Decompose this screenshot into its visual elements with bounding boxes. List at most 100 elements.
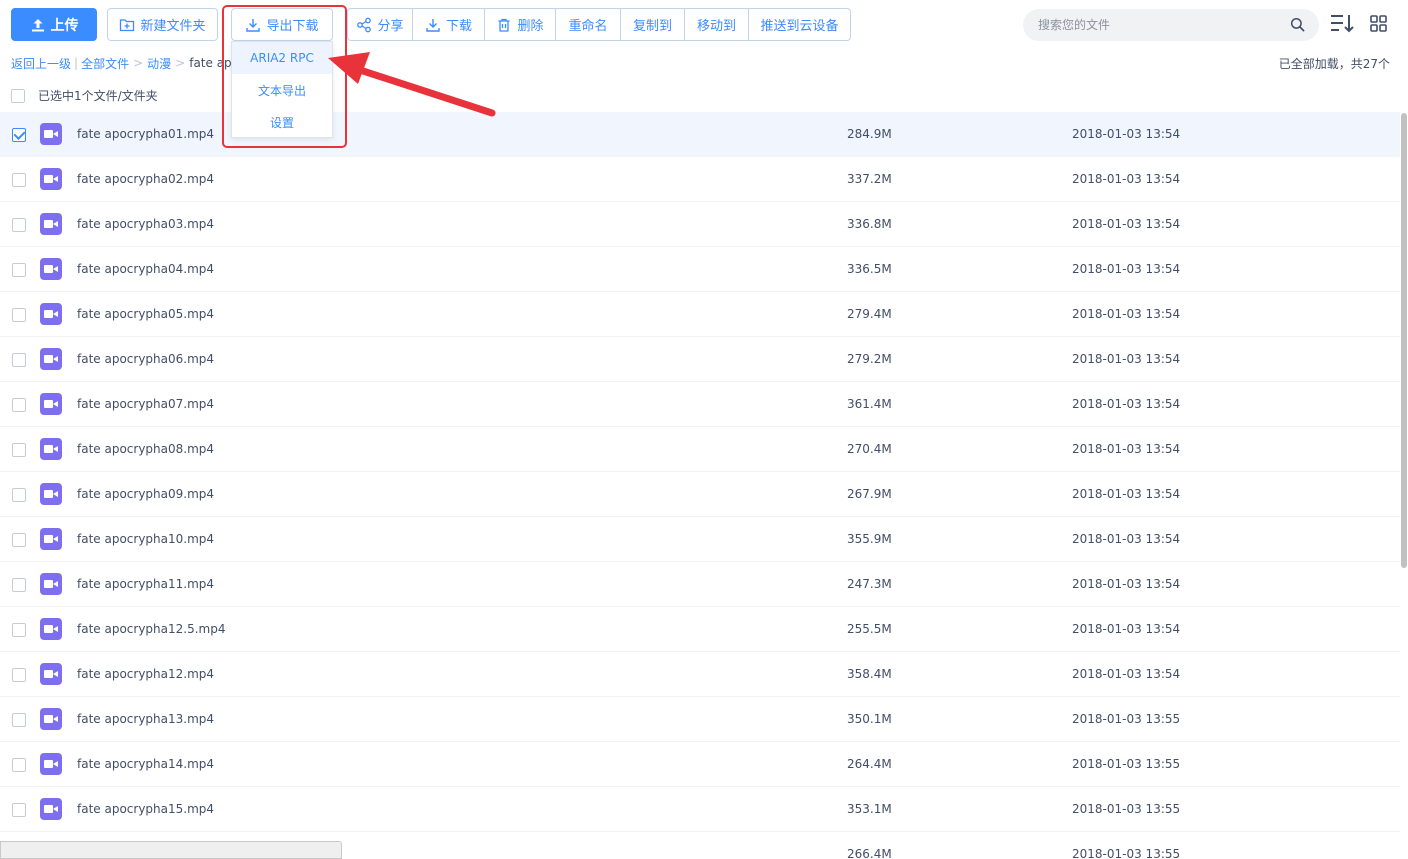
rename-button[interactable]: 重命名 [555, 8, 621, 41]
new-folder-button[interactable]: 新建文件夹 [107, 8, 218, 41]
file-checkbox[interactable] [12, 443, 26, 457]
file-row[interactable]: fate apocrypha01.mp4 284.9M 2018-01-03 13:… [0, 112, 1400, 157]
grid-view-icon[interactable] [1370, 15, 1387, 35]
video-file-icon [40, 663, 62, 685]
delete-label: 删除 [517, 19, 544, 34]
file-checkbox[interactable] [12, 353, 26, 367]
file-row[interactable]: fate apocrypha07.mp4 361.4M 2018-01-03 13:… [0, 382, 1400, 427]
copy-to-label: 复制到 [632, 19, 672, 34]
file-row[interactable]: fate apocrypha05.mp4 279.4M 2018-01-03 13:… [0, 292, 1400, 337]
file-checkbox[interactable] [12, 623, 26, 637]
file-modified-time: 2018-01-03 13:54 [1072, 307, 1181, 321]
file-checkbox[interactable] [12, 668, 26, 682]
search-icon[interactable] [1290, 17, 1305, 35]
file-checkbox[interactable] [12, 173, 26, 187]
file-checkbox[interactable] [12, 578, 26, 592]
move-to-button[interactable]: 移动到 [684, 8, 749, 41]
file-row[interactable]: fate apocrypha09.mp4 267.9M 2018-01-03 13:… [0, 472, 1400, 517]
video-file-icon [40, 573, 62, 595]
annotation-arrow [328, 52, 496, 117]
scrollbar-thumb[interactable] [1401, 113, 1407, 568]
file-row[interactable]: fate apocrypha15.mp4 353.1M 2018-01-03 13:… [0, 787, 1400, 832]
file-modified-time: 2018-01-03 13:54 [1072, 577, 1181, 591]
file-checkbox[interactable] [12, 308, 26, 322]
menu-item-settings[interactable]: 设置 [232, 106, 332, 138]
file-checkbox[interactable] [12, 533, 26, 547]
file-row[interactable]: fate apocrypha02.mp4 337.2M 2018-01-03 13:… [0, 157, 1400, 202]
file-name[interactable]: fate apocrypha10.mp4 [77, 532, 214, 546]
file-row[interactable]: fate apocrypha11.mp4 247.3M 2018-01-03 13:… [0, 562, 1400, 607]
file-row[interactable]: fate apocrypha14.mp4 264.4M 2018-01-03 13:… [0, 742, 1400, 787]
file-name[interactable]: fate apocrypha11.mp4 [77, 577, 214, 591]
file-size: 267.9M [847, 487, 892, 501]
file-name[interactable]: fate apocrypha14.mp4 [77, 757, 214, 771]
file-name[interactable]: fate apocrypha15.mp4 [77, 802, 214, 816]
file-row[interactable]: fate apocrypha03.mp4 336.8M 2018-01-03 13:… [0, 202, 1400, 247]
upload-button[interactable]: 上传 [11, 8, 97, 41]
file-name[interactable]: fate apocrypha02.mp4 [77, 172, 214, 186]
file-modified-time: 2018-01-03 13:54 [1072, 352, 1181, 366]
video-file-icon [40, 393, 62, 415]
file-name[interactable]: fate apocrypha01.mp4 [77, 127, 214, 141]
file-checkbox[interactable] [12, 263, 26, 277]
file-row[interactable]: fate apocrypha06.mp4 279.2M 2018-01-03 13:… [0, 337, 1400, 382]
file-checkbox[interactable] [12, 488, 26, 502]
upload-label: 上传 [50, 17, 79, 34]
file-name[interactable]: fate apocrypha06.mp4 [77, 352, 214, 366]
file-name[interactable]: fate apocrypha08.mp4 [77, 442, 214, 456]
select-all-checkbox[interactable] [11, 88, 25, 103]
delete-button[interactable]: 删除 [484, 8, 556, 41]
copy-to-button[interactable]: 复制到 [620, 8, 685, 41]
search-input[interactable] [1038, 18, 1278, 32]
download-button[interactable]: 下载 [412, 8, 485, 41]
select-all-row: 已选中1个文件/文件夹 [11, 87, 158, 104]
file-size: 247.3M [847, 577, 892, 591]
file-name[interactable]: fate apocrypha05.mp4 [77, 307, 214, 321]
video-file-icon [40, 213, 62, 235]
file-checkbox[interactable] [12, 218, 26, 232]
search-box [1023, 9, 1319, 41]
file-size: 279.2M [847, 352, 892, 366]
file-checkbox[interactable] [12, 803, 26, 817]
rename-label: 重命名 [568, 19, 608, 34]
file-name[interactable]: fate apocrypha12.mp4 [77, 667, 214, 681]
file-modified-time: 2018-01-03 13:54 [1072, 397, 1181, 411]
breadcrumb-arrow: > [175, 56, 186, 70]
share-button[interactable]: 分享 [347, 8, 413, 41]
file-name[interactable]: fate apocrypha13.mp4 [77, 712, 214, 726]
file-name[interactable]: fate apocrypha03.mp4 [77, 217, 214, 231]
menu-item-aria2-rpc[interactable]: ARIA2 RPC [232, 42, 332, 74]
breadcrumb-all-files[interactable]: 全部文件 [81, 55, 129, 72]
vertical-scrollbar[interactable] [1400, 112, 1408, 859]
breadcrumb-anime[interactable]: 动漫 [147, 55, 171, 72]
loaded-count: 已全部加载，共27个 [1278, 57, 1390, 71]
file-name[interactable]: fate apocrypha09.mp4 [77, 487, 214, 501]
horizontal-scrollbar[interactable] [0, 841, 342, 859]
file-row[interactable]: fate apocrypha04.mp4 336.5M 2018-01-03 13:… [0, 247, 1400, 292]
file-name[interactable]: fate apocrypha07.mp4 [77, 397, 214, 411]
file-checkbox[interactable] [12, 128, 26, 142]
file-size: 358.4M [847, 667, 892, 681]
export-download-button[interactable]: 导出下载 [231, 8, 333, 41]
file-modified-time: 2018-01-03 13:54 [1072, 127, 1181, 141]
file-row[interactable]: fate apocrypha10.mp4 355.9M 2018-01-03 13:… [0, 517, 1400, 562]
file-name[interactable]: fate apocrypha12.5.mp4 [77, 622, 225, 636]
export-menu: ARIA2 RPC 文本导出 设置 [231, 41, 333, 138]
sort-icon[interactable] [1330, 13, 1356, 38]
file-checkbox[interactable] [12, 758, 26, 772]
file-row[interactable]: fate apocrypha12.5.mp4 255.5M 2018-01-03 1… [0, 607, 1400, 652]
back-link[interactable]: 返回上一级 [11, 55, 71, 72]
file-row[interactable]: fate apocrypha13.mp4 350.1M 2018-01-03 13:… [0, 697, 1400, 742]
file-size: 361.4M [847, 397, 892, 411]
file-size: 279.4M [847, 307, 892, 321]
file-modified-time: 2018-01-03 13:55 [1072, 757, 1181, 771]
file-checkbox[interactable] [12, 713, 26, 727]
share-icon [356, 17, 372, 33]
file-modified-time: 2018-01-03 13:54 [1072, 622, 1181, 636]
menu-item-text-export[interactable]: 文本导出 [232, 74, 332, 106]
file-checkbox[interactable] [12, 398, 26, 412]
file-row[interactable]: fate apocrypha12.mp4 358.4M 2018-01-03 13:… [0, 652, 1400, 697]
push-to-device-button[interactable]: 推送到云设备 [748, 8, 851, 41]
file-name[interactable]: fate apocrypha04.mp4 [77, 262, 214, 276]
file-row[interactable]: fate apocrypha08.mp4 270.4M 2018-01-03 13:… [0, 427, 1400, 472]
